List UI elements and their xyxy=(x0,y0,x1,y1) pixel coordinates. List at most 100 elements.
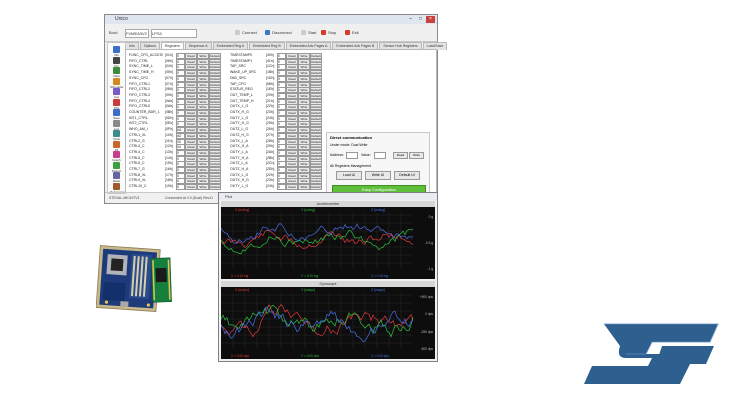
status-left: STEVAL-MKI197V1 xyxy=(109,196,140,200)
legend-item-y[interactable]: Y [mdeg] xyxy=(301,208,315,212)
register-row: TIMESTAMP0 [40h] 0 Read Write Default xyxy=(230,53,326,59)
disconnect-button[interactable]: Disconnect xyxy=(265,28,292,38)
start-button[interactable]: Start xyxy=(301,28,316,38)
legend-item-y[interactable]: Y [mdps] xyxy=(301,288,315,292)
status-right: Connected at 4.0 (Dual) Rev.D xyxy=(165,196,213,200)
exit-button[interactable]: Exit xyxy=(345,28,359,38)
register-row: CTRL2_G [11h] 00 Read Write Default xyxy=(129,138,225,145)
sidebar-item-log[interactable]: Log xyxy=(110,119,123,131)
direct-write-button[interactable]: Write xyxy=(409,152,424,159)
register-name: OUTY_H_G xyxy=(230,121,249,126)
sidebar-item-pin[interactable]: Pin xyxy=(110,56,123,68)
register-name: INT2_CTRL xyxy=(129,121,148,126)
sidebar-item-save[interactable]: Save xyxy=(110,109,123,120)
register-row: FIFO_CTRL5 [0Ah] 0 Read Write Default xyxy=(129,104,225,111)
register-name: OUTZ_H_G xyxy=(230,132,249,137)
register-name: OUTY_L_A xyxy=(230,149,248,154)
connect-button[interactable]: Connect xyxy=(235,28,257,38)
register-name: OUTZ_H_A xyxy=(230,167,249,171)
toolbar-button-label: Exit xyxy=(352,30,359,35)
legend-item-z[interactable]: Z [mdeg] xyxy=(371,208,385,212)
stop-button[interactable]: Stop xyxy=(321,28,336,38)
register-name: CTRL5_C xyxy=(129,155,145,160)
minimize-button[interactable]: – xyxy=(406,16,415,23)
register-name: FUNC_CFG_ACCESS xyxy=(129,53,163,57)
sidebar-item-scheduler[interactable]: Scheduler xyxy=(110,77,124,89)
legend-item-z[interactable]: Z [mdps] xyxy=(371,288,385,292)
readout-z: Z = 0.10 mg xyxy=(371,274,389,278)
maximize-button[interactable]: □ xyxy=(416,16,425,23)
load-ui-button[interactable]: Load UI xyxy=(336,171,362,180)
registers-panel: FUNC_CFG_ACCESS [01h] 0 Read Write Default FIF… xyxy=(125,49,437,198)
plot-title-bar: Plot xyxy=(219,193,437,200)
write-ui-button[interactable]: Write UI xyxy=(365,171,391,180)
all-registers-label: All Registers Management xyxy=(330,164,372,168)
register-write-button[interactable]: Write xyxy=(197,184,209,191)
register-name: CTRL9_XL xyxy=(129,178,147,183)
register-address: [23h] xyxy=(266,178,274,183)
gyroscope-plot: Gyroscope X [mdps] Y [mdps] Z [mdps] +500 dp… xyxy=(220,281,435,359)
legend-item-x[interactable]: X [mdps] xyxy=(235,288,249,292)
register-row: STATUS_REG [1Eh] 0 Read Write Default xyxy=(230,87,326,94)
address-field[interactable] xyxy=(346,152,358,159)
sidebar-item-aux[interactable]: Aux xyxy=(110,88,123,99)
sidebar-item-data[interactable]: Data xyxy=(110,67,123,78)
sidebar-item-quat[interactable]: Quat xyxy=(110,130,123,141)
register-default-button[interactable]: Default xyxy=(310,184,322,191)
exit-icon xyxy=(345,30,350,36)
sidebar-item-plot[interactable]: Plot xyxy=(110,98,123,110)
plot-canvas xyxy=(220,201,435,279)
register-value-field[interactable]: 0 xyxy=(176,184,185,191)
plot-icon xyxy=(113,98,120,106)
register-address: [2Ch] xyxy=(266,161,275,166)
register-read-button[interactable]: Read xyxy=(286,184,298,191)
device-select[interactable]: LPS3 xyxy=(151,29,197,38)
readout-z: Z = 0.00 dps xyxy=(371,354,389,358)
register-default-button[interactable]: Default xyxy=(209,184,221,191)
register-row: SYNC_TIME_H [05h] 0 Read Write Default xyxy=(129,70,225,77)
save-icon xyxy=(113,109,120,116)
register-name: TIMESTAMP1 xyxy=(230,58,253,63)
register-name: STATUS_REG xyxy=(230,87,253,92)
register-address: [2Dh] xyxy=(266,167,275,171)
y-tick-label: 0 dps xyxy=(425,312,433,317)
sidebar-item-graph[interactable]: Graph xyxy=(110,151,123,162)
register-value-field[interactable]: 0 xyxy=(277,184,286,191)
register-address: [11h] xyxy=(165,138,173,143)
register-address: [19h] xyxy=(165,184,173,189)
register-row: WHO_AM_I [0Fh] 6A Read Write Default xyxy=(129,127,225,134)
sidebar-item-mask[interactable]: Mask xyxy=(110,172,123,183)
register-address: [10h] xyxy=(165,132,173,137)
sidebar-item-fft[interactable]: Fft xyxy=(110,140,123,152)
value-field[interactable] xyxy=(374,152,386,159)
register-name: CTRL2_G xyxy=(129,138,145,143)
register-name: TAP_SRC xyxy=(230,64,246,69)
register-row: OUT_TEMP_L [20h] 0 Read Write Default xyxy=(230,92,326,99)
register-write-button[interactable]: Write xyxy=(298,184,310,191)
sidebar-item-pedom[interactable]: Pedom xyxy=(110,161,123,173)
sidebar-item-info[interactable]: Info xyxy=(110,46,123,57)
register-address: [24h] xyxy=(266,184,274,189)
register-row: FIFO_CTRL3 [09h] 0 Read Write Default xyxy=(129,92,225,99)
mask-icon xyxy=(113,172,120,179)
default-ui-button[interactable]: Default UI xyxy=(394,171,420,180)
register-read-button[interactable]: Read xyxy=(185,184,197,191)
register-name: WHO_AM_I xyxy=(129,127,148,132)
register-address: [06h] xyxy=(165,58,173,63)
unplug-icon xyxy=(265,30,270,36)
register-name: CTRL8_XL xyxy=(129,172,147,177)
y-tick-label: -0.5 g xyxy=(424,241,433,245)
direct-read-button[interactable]: Read xyxy=(393,152,408,159)
register-row: OUTZ_L_A [2Ch] 0 Read Write Default xyxy=(230,161,326,168)
register-name: OUTY_L_G xyxy=(230,115,249,120)
fft-icon xyxy=(113,140,120,148)
pedometer-icon xyxy=(113,161,120,169)
legend-item-x[interactable]: X [mdeg] xyxy=(235,208,249,212)
board-select[interactable]: FVMEA3V2 xyxy=(125,29,149,38)
register-name: OUTX_H_G xyxy=(230,110,249,114)
register-address: [0Bh] xyxy=(165,110,174,114)
close-button[interactable]: × xyxy=(426,16,435,23)
register-address: [0Ah] xyxy=(165,98,174,103)
pin-icon xyxy=(113,56,120,64)
mode-label: Under mode: Dual Write xyxy=(330,143,368,147)
